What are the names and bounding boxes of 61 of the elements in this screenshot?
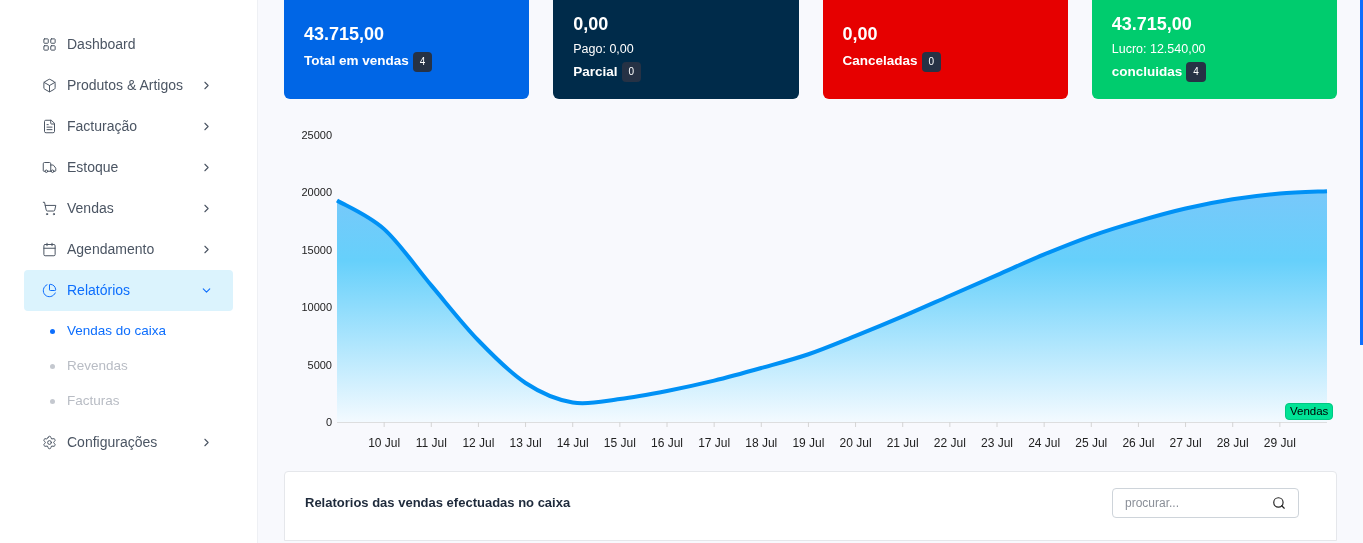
axis-tick-label: 19 Jul — [792, 436, 825, 450]
stat-label: Canceladas — [842, 52, 918, 71]
series-legend: Vendas — [1285, 403, 1334, 420]
pie-chart-icon — [42, 283, 57, 298]
axis-tick-label: 21 Jul — [886, 436, 919, 450]
axis-tick-label: 10000 — [301, 301, 332, 314]
box-icon — [42, 78, 57, 93]
axis-tick-label: 17 Jul — [698, 436, 731, 450]
axis-tick-label: 5000 — [307, 358, 332, 371]
axis-tick-label: 13 Jul — [509, 436, 542, 450]
settings-icon — [42, 435, 57, 450]
axis-tick-label: 18 Jul — [745, 436, 778, 450]
submenu-link[interactable]: Vendas do caixa — [67, 321, 167, 342]
axis-tick-label: 29 Jul — [1263, 436, 1296, 450]
count-badge: 4 — [1186, 62, 1206, 82]
axis-tick-label: 28 Jul — [1216, 436, 1249, 450]
count-badge: 4 — [412, 51, 433, 72]
document-icon — [42, 119, 57, 134]
sidebar-item[interactable]: Agendamento — [24, 229, 233, 270]
search-field[interactable]: procurar... — [1112, 488, 1299, 518]
axis-tick-label: 14 Jul — [556, 436, 589, 450]
stat-label: Total em vendas — [304, 52, 409, 71]
count-badge: 0 — [921, 51, 942, 72]
axis-tick-label: 0 — [325, 416, 332, 428]
axis-tick-label: 10 Jul — [368, 436, 401, 450]
axis-tick-label: 15 Jul — [603, 436, 636, 450]
sidebar-item[interactable]: Relatórios — [24, 270, 233, 311]
axis-tick-label: 22 Jul — [933, 436, 966, 450]
axis-tick-label: 26 Jul — [1122, 436, 1155, 450]
stat-label: concluidas — [1111, 62, 1183, 81]
axis-tick-label: 20 Jul — [839, 436, 872, 450]
axis-tick-label: 16 Jul — [651, 436, 683, 450]
stat-value: 43.715,00 — [1111, 12, 1193, 36]
axis-tick-label: 27 Jul — [1169, 436, 1202, 450]
grid-icon — [42, 37, 57, 52]
search-icon — [1272, 496, 1286, 510]
stat-subtitle: Pago: 0,00 — [573, 40, 635, 58]
stat-value: 0,00 — [842, 23, 879, 47]
sidebar-item[interactable]: Vendas — [24, 188, 233, 229]
sidebar-item[interactable]: Configurações — [24, 422, 233, 463]
stat-subtitle: Lucro: 12.540,00 — [1111, 40, 1207, 58]
cart-icon — [42, 201, 57, 216]
stat-label: Parcial — [573, 62, 618, 81]
axis-tick-label: 12 Jul — [462, 436, 495, 450]
axis-tick-label: 15000 — [301, 243, 332, 256]
axis-tick-label: 24 Jul — [1028, 436, 1061, 450]
axis-tick-label: 25 Jul — [1075, 436, 1108, 450]
stat-value: 0,00 — [573, 12, 610, 36]
sidebar-item[interactable]: Produtos & Artigos — [24, 65, 233, 106]
count-badge: 0 — [621, 62, 642, 82]
axis-tick-label: 20000 — [301, 186, 332, 199]
axis-tick-label: 25000 — [301, 129, 332, 141]
sidebar-item[interactable]: Estoque — [24, 147, 233, 188]
truck-icon — [42, 160, 57, 175]
axis-tick-label: 11 Jul — [415, 436, 447, 450]
axis-tick-label: 23 Jul — [981, 436, 1013, 450]
stat-value: 43.715,00 — [304, 23, 386, 47]
report-title: Relatorios das vendas efectuadas no caixa — [305, 494, 571, 512]
calendar-icon — [42, 242, 57, 257]
sidebar-item[interactable]: Facturação — [24, 106, 233, 147]
sidebar-item[interactable]: Dashboard — [24, 24, 233, 65]
